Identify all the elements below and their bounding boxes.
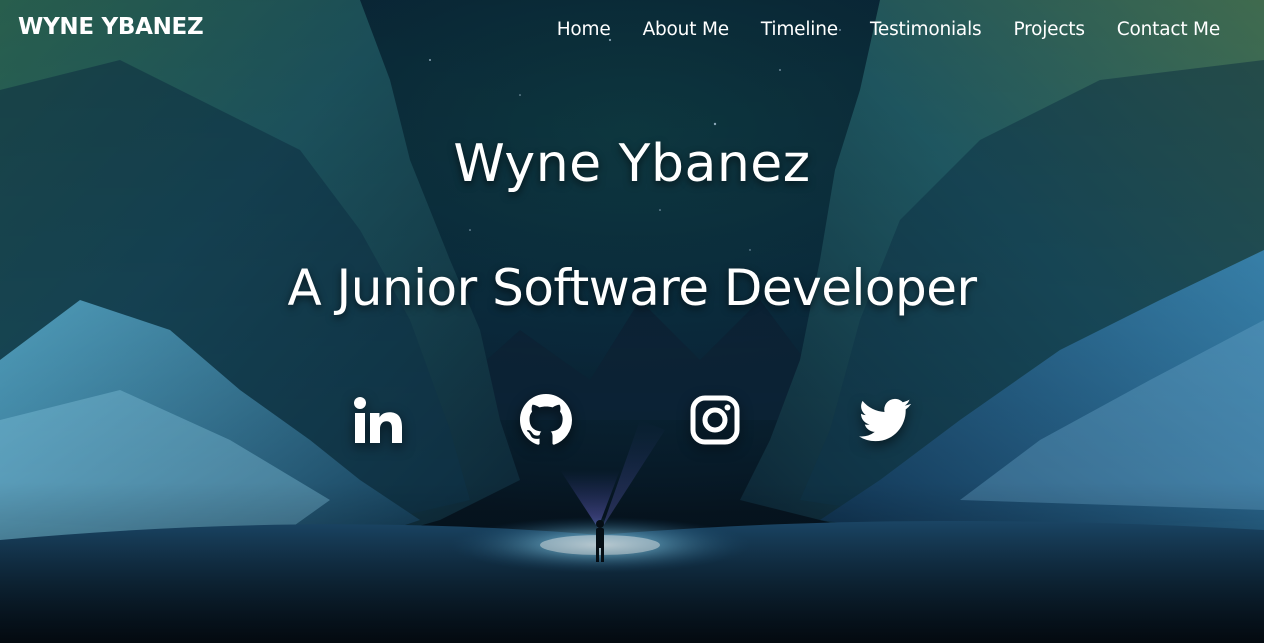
brand-logo-link[interactable]: WYNE YBANEZ [18,14,204,40]
nav-link-testimonials[interactable]: Testimonials [870,19,982,40]
nav-item-testimonials: Testimonials [870,19,982,40]
twitter-icon [859,398,911,442]
nav-link-about-me[interactable]: About Me [643,19,730,40]
github-link[interactable] [520,394,572,446]
nav-item-timeline: Timeline [761,19,838,40]
nav-item-about: About Me [643,19,730,40]
github-icon [520,394,572,445]
instagram-link[interactable] [689,394,741,446]
nav-link-timeline[interactable]: Timeline [761,19,838,40]
hero-section: WYNE YBANEZ Home About Me Timeline Testi… [0,0,1264,643]
instagram-icon [690,395,740,445]
nav-menu: Home About Me Timeline Testimonials Proj… [557,19,1220,40]
nav-item-projects: Projects [1013,19,1085,40]
top-navbar: WYNE YBANEZ Home About Me Timeline Testi… [0,0,1264,62]
nav-link-contact-me[interactable]: Contact Me [1117,19,1220,40]
linkedin-icon [354,397,402,443]
twitter-link[interactable] [859,394,911,446]
nav-link-projects[interactable]: Projects [1013,19,1085,40]
hero-name-heading: Wyne Ybanez [453,134,811,194]
hero-role-subheading: A Junior Software Developer [287,259,977,317]
nav-item-contact: Contact Me [1117,19,1220,40]
nav-link-home[interactable]: Home [557,19,611,40]
linkedin-link[interactable] [352,394,404,446]
nav-item-home: Home [557,19,611,40]
